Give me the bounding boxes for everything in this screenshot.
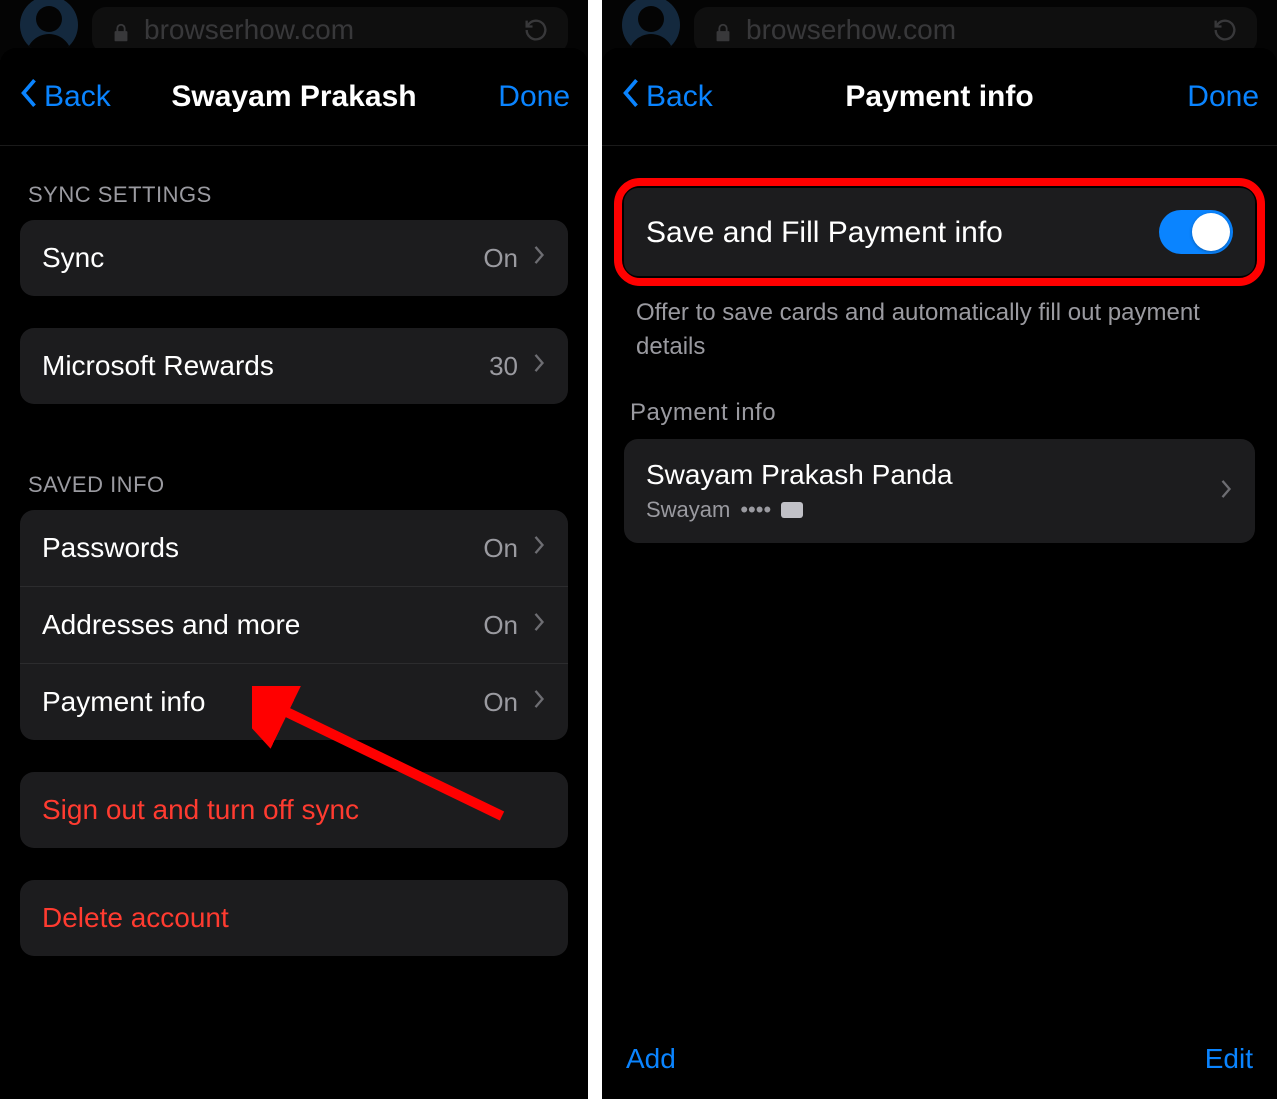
sync-settings-header: SYNC SETTINGS (0, 146, 588, 220)
nav-bar: Back Payment info Done (602, 48, 1277, 146)
chevron-left-icon (18, 76, 40, 118)
sync-value: On (483, 243, 518, 274)
sync-cell[interactable]: Sync On (20, 220, 568, 296)
payment-info-sheet: Back Payment info Done Save and Fill Pay… (602, 48, 1277, 1099)
done-label: Done (1187, 80, 1259, 114)
chevron-right-icon (532, 242, 546, 274)
payment-info-value: On (483, 687, 518, 718)
lock-icon (712, 19, 734, 41)
url-text: browserhow.com (144, 14, 354, 46)
chevron-right-icon (532, 350, 546, 382)
sync-group: Sync On (20, 220, 568, 296)
saved-info-header: SAVED INFO (0, 436, 588, 510)
profile-avatar-icon (622, 0, 680, 54)
back-button[interactable]: Back (620, 76, 770, 118)
settings-sheet: Back Swayam Prakash Done SYNC SETTINGS S… (0, 48, 588, 1099)
delete-account-label: Delete account (42, 902, 546, 934)
back-label: Back (44, 80, 111, 114)
edit-button[interactable]: Edit (1205, 1043, 1253, 1075)
page-title: Payment info (845, 80, 1033, 114)
profile-avatar-icon (20, 0, 78, 54)
passwords-cell[interactable]: Passwords On (20, 510, 568, 587)
right-phone: browserhow.com Back Payment info Done Sa… (602, 0, 1277, 1099)
rewards-value: 30 (489, 351, 518, 382)
rewards-cell[interactable]: Microsoft Rewards 30 (20, 328, 568, 404)
chevron-left-icon (620, 76, 642, 118)
delete-account-cell[interactable]: Delete account (20, 880, 568, 956)
card-icon (781, 502, 803, 518)
rewards-group: Microsoft Rewards 30 (20, 328, 568, 404)
addresses-cell[interactable]: Addresses and more On (20, 587, 568, 664)
save-fill-toggle-switch[interactable] (1159, 210, 1233, 254)
add-button[interactable]: Add (626, 1043, 676, 1075)
save-fill-toggle-row[interactable]: Save and Fill Payment info (624, 188, 1255, 276)
done-button[interactable]: Done (420, 80, 570, 114)
sync-label: Sync (42, 242, 483, 274)
reload-icon (1211, 16, 1239, 44)
page-title: Swayam Prakash (171, 80, 416, 114)
chevron-right-icon (1219, 477, 1233, 506)
card-sub-name: Swayam (646, 497, 730, 523)
bottom-toolbar: Add Edit (602, 1019, 1277, 1099)
passwords-value: On (483, 533, 518, 564)
address-bar: browserhow.com (92, 7, 568, 53)
delete-group: Delete account (20, 880, 568, 956)
screenshot-separator (588, 0, 602, 1099)
payment-info-list-header: Payment info (602, 363, 1277, 439)
lock-icon (110, 19, 132, 41)
save-fill-toggle-label: Save and Fill Payment info (646, 213, 1159, 252)
payment-info-cell[interactable]: Payment info On (20, 664, 568, 740)
back-button[interactable]: Back (18, 76, 168, 118)
card-masked-dots: •••• (740, 497, 771, 523)
back-label: Back (646, 80, 713, 114)
address-bar: browserhow.com (694, 7, 1257, 53)
addresses-label: Addresses and more (42, 609, 483, 641)
done-label: Done (498, 80, 570, 114)
rewards-label: Microsoft Rewards (42, 350, 489, 382)
saved-card-row[interactable]: Swayam Prakash Panda Swayam •••• (624, 439, 1255, 543)
saved-info-group: Passwords On Addresses and more On Payme… (20, 510, 568, 740)
payment-info-label: Payment info (42, 686, 483, 718)
signout-cell[interactable]: Sign out and turn off sync (20, 772, 568, 848)
chevron-right-icon (532, 532, 546, 564)
addresses-value: On (483, 610, 518, 641)
done-button[interactable]: Done (1109, 80, 1259, 114)
left-phone: browserhow.com Back Swayam Prakash Done … (0, 0, 588, 1099)
reload-icon (522, 16, 550, 44)
signout-group: Sign out and turn off sync (20, 772, 568, 848)
save-fill-toggle-description: Offer to save cards and automatically fi… (602, 290, 1277, 363)
chevron-right-icon (532, 686, 546, 718)
card-holder-name: Swayam Prakash Panda (646, 459, 953, 491)
url-text: browserhow.com (746, 14, 956, 46)
passwords-label: Passwords (42, 532, 483, 564)
signout-label: Sign out and turn off sync (42, 794, 546, 826)
saved-card-info: Swayam Prakash Panda Swayam •••• (646, 459, 953, 523)
chevron-right-icon (532, 609, 546, 641)
nav-bar: Back Swayam Prakash Done (0, 48, 588, 146)
